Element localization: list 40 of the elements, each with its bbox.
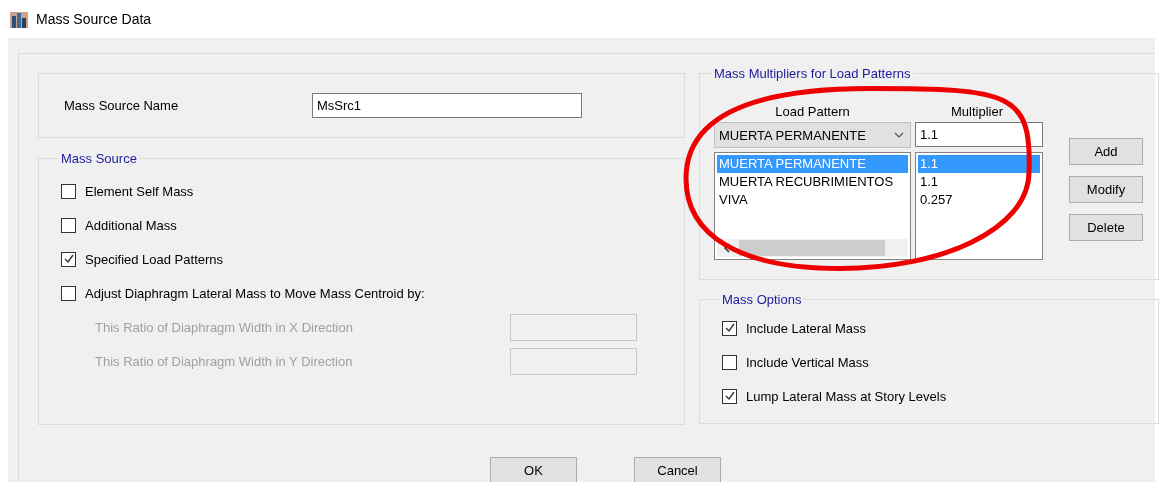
checkbox[interactable] [61, 251, 76, 267]
checkbox[interactable] [722, 320, 737, 336]
checkbox-label: Element Self Mass [85, 183, 194, 199]
checkbox-label: Additional Mass [85, 217, 177, 233]
multiplier-input-field[interactable]: 1.1 [915, 122, 1043, 147]
checkbox-label: Include Vertical Mass [746, 354, 869, 370]
window-title: Mass Source Data [36, 11, 152, 27]
side-button[interactable]: Add [1069, 138, 1143, 165]
checkbox-label: Include Lateral Mass [746, 320, 866, 336]
load-pattern-dropdown[interactable]: MUERTA PERMANENTE [714, 122, 911, 148]
checkbox[interactable] [61, 183, 76, 199]
checkbox[interactable] [722, 354, 737, 370]
checkbox-label: Specified Load Patterns [85, 251, 224, 267]
checkbox[interactable] [61, 285, 76, 301]
app-icon [10, 10, 28, 28]
checkbox[interactable] [61, 217, 76, 233]
field-label: This Ratio of Diaphragm Width in Y Direction [95, 353, 353, 369]
name-input-field[interactable]: MsSrc1 [312, 93, 582, 118]
checkbox-label: Lump Lateral Mass at Story Levels [746, 388, 947, 404]
checkbox[interactable] [722, 388, 737, 404]
list-item[interactable]: 0.257 [918, 191, 1040, 209]
group-title: Mass Multipliers for Load Patterns [713, 66, 912, 81]
field-label: This Ratio of Diaphragm Width in X Direction [95, 319, 353, 335]
dialog-button[interactable]: OK [490, 457, 577, 482]
side-button[interactable]: Delete [1069, 214, 1143, 241]
dialog-button[interactable]: Cancel [634, 457, 721, 482]
group-title: Mass Options [721, 292, 803, 307]
group-title: Mass Source [60, 151, 138, 166]
list-item[interactable]: VIVA [717, 191, 908, 209]
scroll-left-icon[interactable] [723, 243, 731, 253]
checkbox-label: Adjust Diaphragm Lateral Mass to Move Mass Centroid by: [85, 285, 425, 301]
column-header: Load Pattern [774, 103, 851, 119]
list-item[interactable]: MUERTA RECUBRIMIENTOS [717, 173, 908, 191]
side-button[interactable]: Modify [1069, 176, 1143, 203]
column-header: Multiplier [950, 103, 1004, 119]
horizontal-scrollbar[interactable] [717, 239, 908, 257]
list-item[interactable]: 1.1 [918, 173, 1040, 191]
scrollbar-thumb[interactable] [739, 240, 885, 256]
chevron-down-icon [894, 132, 904, 138]
field-label: Mass Source Name [64, 98, 180, 113]
